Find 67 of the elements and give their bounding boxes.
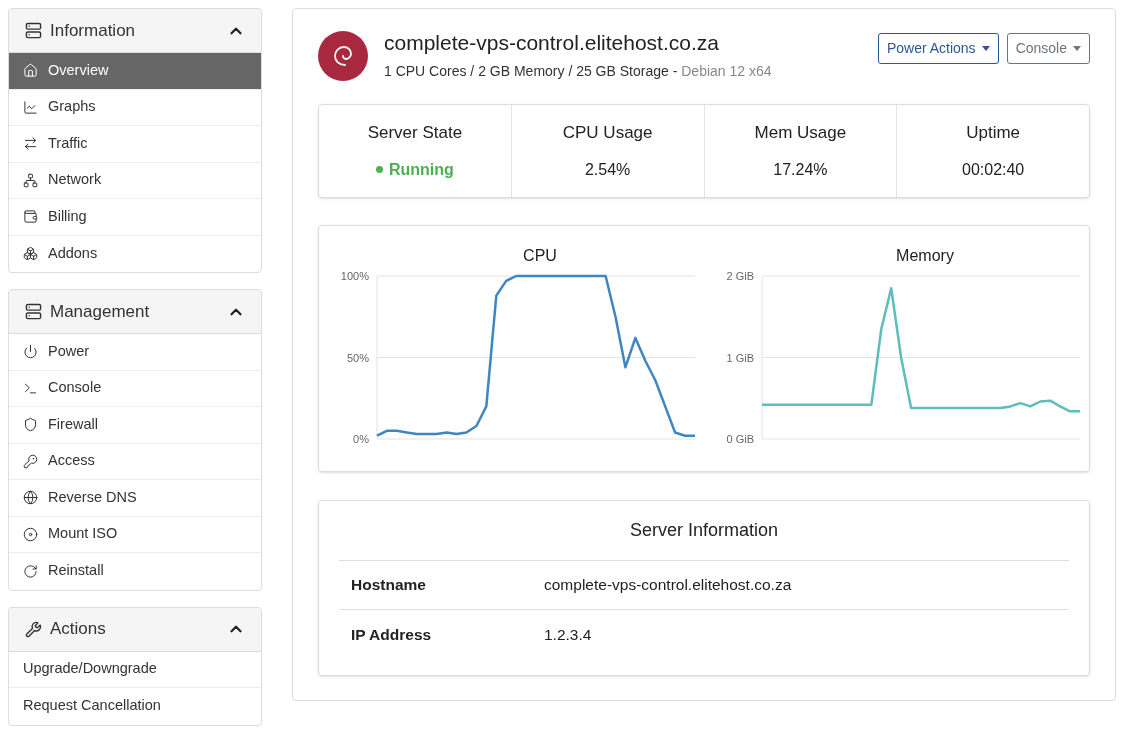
info-label: IP Address	[351, 624, 433, 645]
panel-title: Information	[50, 19, 137, 42]
sidebar-item[interactable]: Traffic	[9, 126, 261, 163]
axis-label: 1 GiB	[726, 351, 754, 364]
dropdown-button[interactable]: Console	[1006, 33, 1090, 64]
stat-label: Server State	[367, 122, 463, 145]
panel-header[interactable]: Information	[9, 9, 261, 53]
server-icon	[25, 22, 42, 39]
network-icon	[23, 172, 38, 188]
separator: -	[672, 63, 678, 79]
stat-label: Mem Usage	[754, 122, 847, 145]
sidebar-item[interactable]: Upgrade/Downgrade	[9, 651, 261, 688]
axis-label: 0 GiB	[726, 433, 754, 445]
server-hostname: complete-vps-control.elitehost.co.za	[384, 30, 720, 56]
sidebar-item[interactable]: Access	[9, 443, 261, 480]
panel-title: Actions	[50, 618, 107, 641]
caret-icon	[1073, 46, 1081, 51]
key-icon	[23, 453, 38, 469]
sidebar-item[interactable]: Network	[9, 162, 261, 199]
stat-label: Uptime	[966, 122, 1021, 145]
axis-label: 0%	[353, 433, 369, 445]
stat-value: 17.24%	[773, 159, 828, 180]
panel-title: Management	[50, 300, 151, 323]
sidebar-item[interactable]: Graphs	[9, 89, 261, 126]
info-title: Server Information	[339, 501, 1069, 561]
sidebar-item[interactable]: Console	[9, 370, 261, 407]
info-value: 1.2.3.4	[544, 624, 592, 645]
caret-icon	[981, 46, 990, 51]
arrows-icon	[23, 136, 38, 152]
chart-title: CPU	[523, 247, 557, 264]
disc-icon	[23, 526, 38, 542]
reload-icon	[23, 563, 38, 579]
home-icon	[23, 63, 38, 79]
axis-label: 50%	[346, 351, 369, 364]
panel-header[interactable]: Actions	[9, 607, 261, 652]
sidebar-item[interactable]: Mount ISO	[9, 516, 261, 553]
sidebar-item[interactable]: Reinstall	[9, 553, 261, 590]
axis-label: 100%	[340, 270, 369, 282]
wallet-icon	[23, 209, 38, 225]
stat-value: 00:02:40	[962, 159, 1025, 180]
server-icon	[25, 303, 42, 320]
info-value: complete-vps-control.elitehost.co.za	[544, 575, 792, 596]
sidebar-item[interactable]: Reverse DNS	[9, 480, 261, 517]
terminal-icon	[23, 380, 38, 396]
panel-header[interactable]: Management	[9, 290, 261, 334]
os-name: Debian 12 x64	[681, 63, 772, 79]
sidebar-item[interactable]: Overview	[9, 53, 261, 90]
boxes-icon	[23, 246, 38, 262]
power-icon	[23, 344, 38, 360]
line-chart-icon	[23, 99, 38, 115]
axis-label: 2 GiB	[726, 270, 754, 282]
shield-icon	[23, 417, 38, 433]
globe-icon	[23, 490, 38, 506]
info-label: Hostname	[351, 575, 427, 596]
sidebar-item[interactable]: Firewall	[9, 407, 261, 444]
server-specs: 1 CPU Cores / 2 GB Memory / 25 GB Storage	[384, 63, 669, 79]
stat-value: Running	[388, 159, 454, 180]
swirl-logo-icon	[318, 31, 368, 81]
sidebar-item[interactable]: Power	[9, 334, 261, 371]
sidebar-item[interactable]: Billing	[9, 199, 261, 236]
stat-value: 2.54%	[584, 159, 631, 180]
dropdown-button[interactable]: Power Actions	[877, 33, 999, 64]
sidebar-item[interactable]: Addons	[9, 235, 261, 272]
chart-title: Memory	[896, 247, 954, 264]
wrench-icon	[25, 620, 42, 638]
stat-label: CPU Usage	[562, 122, 653, 145]
sidebar-item[interactable]: Request Cancellation	[9, 688, 261, 725]
